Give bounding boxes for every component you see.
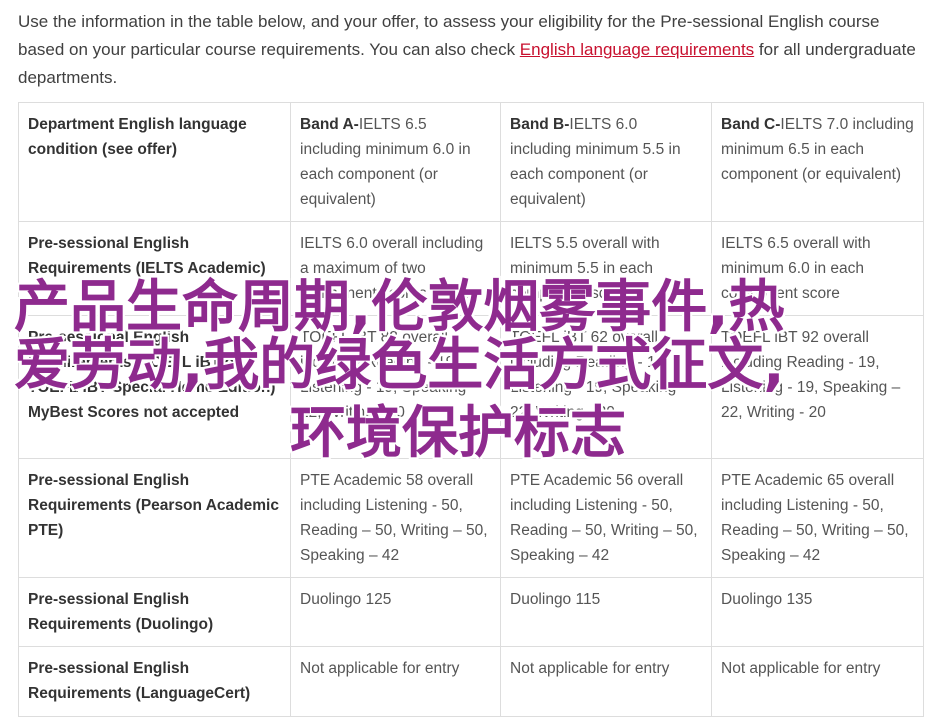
row-label: Pre-sessional English Requirements (IELT… [18,221,291,316]
intro-paragraph: Use the information in the table below, … [18,8,923,92]
row-label: Pre-sessional English Requirements (Pear… [18,458,291,578]
header-band-b-cell: Band B-IELTS 6.0 including minimum 5.5 i… [500,102,712,222]
table-cell: Duolingo 115 [500,577,712,647]
table-cell: TOEFL iBT 92 overall including Reading -… [711,315,924,459]
table-cell: Not applicable for entry [711,646,924,717]
table-cell: Not applicable for entry [290,646,501,717]
table-cell: PTE Academic 58 overall including Listen… [290,458,501,578]
table-header-row: Department English language condition (s… [18,102,924,222]
header-band-c-cell: Band C-IELTS 7.0 including minimum 6.5 i… [711,102,924,222]
table-row-pte: Pre-sessional English Requirements (Pear… [18,458,924,578]
band-c-name: Band C- [721,116,781,133]
header-band-a-cell: Band A-IELTS 6.5 including minimum 6.0 i… [290,102,501,222]
table-cell: PTE Academic 65 overall including Listen… [711,458,924,578]
table-cell: TOEFL iBT 82 overall including Reading -… [290,315,501,459]
table-cell: TOEFL iBT 62 overall including Reading -… [500,315,712,459]
table-row-ielts: Pre-sessional English Requirements (IELT… [18,221,924,316]
table-cell: IELTS 6.5 overall with minimum 6.0 in ea… [711,221,924,316]
table-cell: IELTS 6.0 overall including a maximum of… [290,221,501,316]
table-cell: Duolingo 125 [290,577,501,647]
header-condition-cell: Department English language condition (s… [18,102,291,222]
table-cell: IELTS 5.5 overall with minimum 5.5 in ea… [500,221,712,316]
requirements-table: Department English language condition (s… [18,102,924,717]
row-label: Pre-sessional English Requirements (TOEF… [18,315,291,459]
table-cell: Not applicable for entry [500,646,712,717]
table-row-languagecert: Pre-sessional English Requirements (Lang… [18,646,924,717]
row-label: Pre-sessional English Requirements (Duol… [18,577,291,647]
table-row-duolingo: Pre-sessional English Requirements (Duol… [18,577,924,647]
band-a-name: Band A- [300,116,359,133]
row-label: Pre-sessional English Requirements (Lang… [18,646,291,717]
table-cell: Duolingo 135 [711,577,924,647]
band-b-name: Band B- [510,116,570,133]
table-cell: PTE Academic 56 overall including Listen… [500,458,712,578]
table-row-toefl: Pre-sessional English Requirements (TOEF… [18,315,924,459]
english-language-requirements-link[interactable]: English language requirements [520,40,754,59]
